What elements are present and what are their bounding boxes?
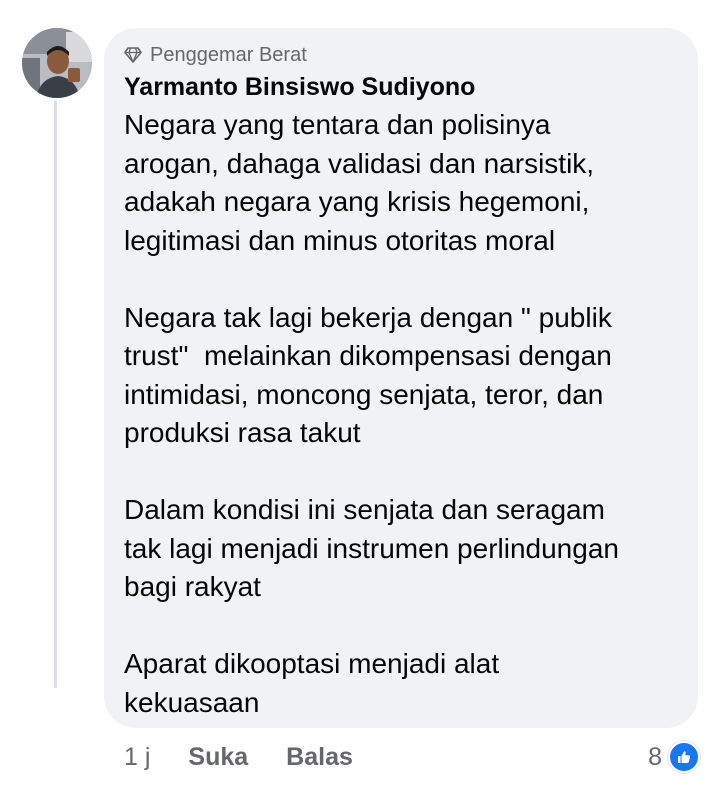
- comment-text: Negara yang tentara dan polisinya arogan…: [124, 106, 678, 722]
- comment-actions: 1 j Suka Balas: [124, 740, 391, 774]
- reaction-summary[interactable]: 8: [648, 740, 700, 774]
- avatar-photo: [22, 28, 92, 98]
- author-name[interactable]: Yarmanto Binsiswo Sudiyono: [124, 70, 678, 104]
- comment-paragraph: Negara tak lagi bekerja dengan " publik …: [124, 301, 612, 449]
- comment-paragraph: Negara yang tentara dan polisinya arogan…: [124, 109, 595, 256]
- thread-line: [54, 100, 57, 688]
- timestamp[interactable]: 1 j: [124, 743, 150, 772]
- reaction-count: 8: [648, 742, 662, 771]
- fan-badge-label: Penggemar Berat: [150, 43, 307, 66]
- thumbs-up-icon: [668, 741, 700, 773]
- badge-row: Penggemar Berat: [124, 42, 678, 68]
- reply-button[interactable]: Balas: [286, 743, 353, 772]
- comment-paragraph: Aparat dikooptasi menjadi alat kekuasaan: [124, 648, 500, 718]
- comment-paragraph: Dalam kondisi ini senjata dan seragam ta…: [124, 494, 619, 602]
- avatar[interactable]: [22, 28, 92, 98]
- like-button[interactable]: Suka: [188, 743, 248, 772]
- diamond-icon: [124, 46, 142, 64]
- comment-bubble: Penggemar Berat Yarmanto Binsiswo Sudiyo…: [104, 28, 698, 728]
